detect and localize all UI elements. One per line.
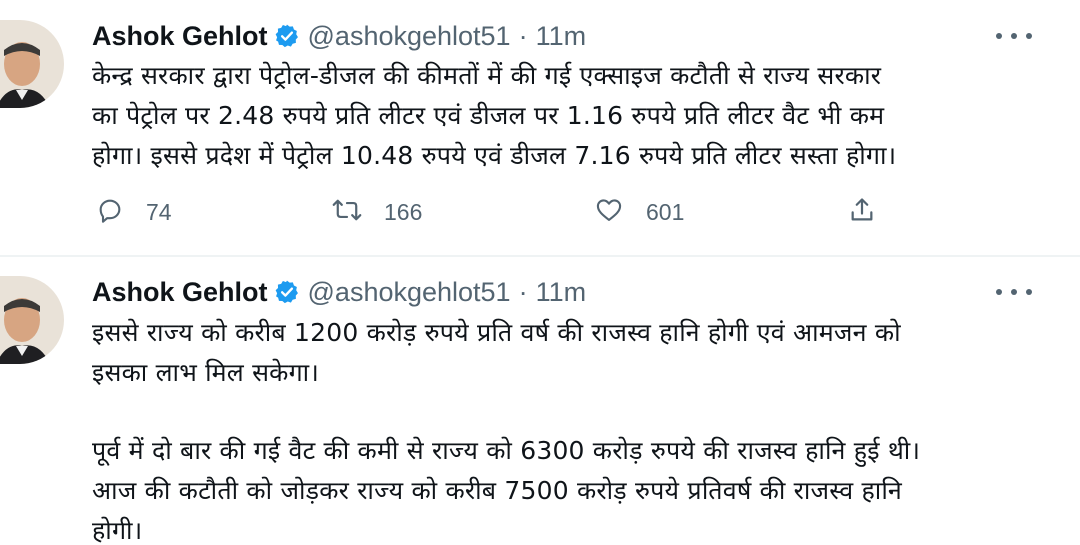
tweet-time[interactable]: 11m bbox=[536, 277, 587, 308]
tweet-time[interactable]: 11m bbox=[536, 21, 587, 52]
tweet-text-line: होगा। इससे प्रदेश में पेट्रोल 10.48 रुपय… bbox=[92, 141, 897, 170]
verified-badge-icon bbox=[274, 23, 300, 49]
author-name[interactable]: Ashok Gehlot bbox=[92, 21, 268, 52]
tweet-text: केन्द्र सरकार द्वारा पेट्रोल-डीजल की कीम… bbox=[92, 56, 1052, 176]
reply-button[interactable]: 74 bbox=[96, 192, 172, 232]
tweet[interactable]: Ashok Gehlot @ashokgehlot51 · 11m केन्द्… bbox=[0, 0, 1080, 256]
like-icon bbox=[594, 196, 624, 228]
more-options-icon[interactable] bbox=[996, 26, 1032, 46]
separator-dot: · bbox=[518, 20, 528, 51]
tweet-paragraph: इससे राज्य को करीब 1200 करोड़ रुपये प्रत… bbox=[92, 313, 1052, 393]
tweet-text-line: आज की कटौती को जोड़कर राज्य को करीब 7500… bbox=[92, 476, 902, 505]
tweet-text-line: का पेट्रोल पर 2.48 रुपये प्रति लीटर एवं … bbox=[92, 101, 885, 130]
tweet[interactable]: Ashok Gehlot @ashokgehlot51 · 11m इससे र… bbox=[0, 256, 1080, 545]
avatar[interactable] bbox=[0, 20, 64, 108]
tweet-text-line: इससे राज्य को करीब 1200 करोड़ रुपये प्रत… bbox=[92, 318, 901, 347]
share-icon bbox=[848, 196, 876, 228]
author-handle[interactable]: @ashokgehlot51 bbox=[308, 21, 511, 52]
tweet-text-line: होगी। bbox=[92, 516, 143, 545]
more-options-icon[interactable] bbox=[996, 282, 1032, 302]
author-handle[interactable]: @ashokgehlot51 bbox=[308, 277, 511, 308]
author-name[interactable]: Ashok Gehlot bbox=[92, 277, 268, 308]
reply-icon bbox=[96, 196, 124, 228]
tweet-header: Ashok Gehlot @ashokgehlot51 · 11m bbox=[92, 272, 586, 312]
tweet-text-line: केन्द्र सरकार द्वारा पेट्रोल-डीजल की कीम… bbox=[92, 61, 882, 90]
verified-badge-icon bbox=[274, 279, 300, 305]
share-button[interactable] bbox=[848, 192, 876, 232]
like-button[interactable]: 601 bbox=[594, 192, 684, 232]
retweet-button[interactable]: 166 bbox=[332, 192, 422, 232]
tweet-text-line: इसका लाभ मिल सकेगा। bbox=[92, 358, 319, 387]
separator-dot: · bbox=[518, 276, 528, 307]
retweet-icon bbox=[332, 196, 362, 228]
tweet-thread: Ashok Gehlot @ashokgehlot51 · 11m केन्द्… bbox=[0, 0, 1080, 545]
avatar[interactable] bbox=[0, 276, 64, 364]
tweet-header: Ashok Gehlot @ashokgehlot51 · 11m bbox=[92, 16, 586, 56]
tweet-text: इससे राज्य को करीब 1200 करोड़ रुपये प्रत… bbox=[92, 313, 1052, 545]
retweet-count: 166 bbox=[384, 198, 423, 225]
tweet-paragraph: पूर्व में दो बार की गई वैट की कमी से राज… bbox=[92, 431, 1052, 545]
tweet-actions: 74 166 601 bbox=[96, 192, 896, 232]
tweet-text-line: पूर्व में दो बार की गई वैट की कमी से राज… bbox=[92, 436, 921, 465]
like-count: 601 bbox=[646, 198, 685, 225]
reply-count: 74 bbox=[146, 198, 172, 225]
